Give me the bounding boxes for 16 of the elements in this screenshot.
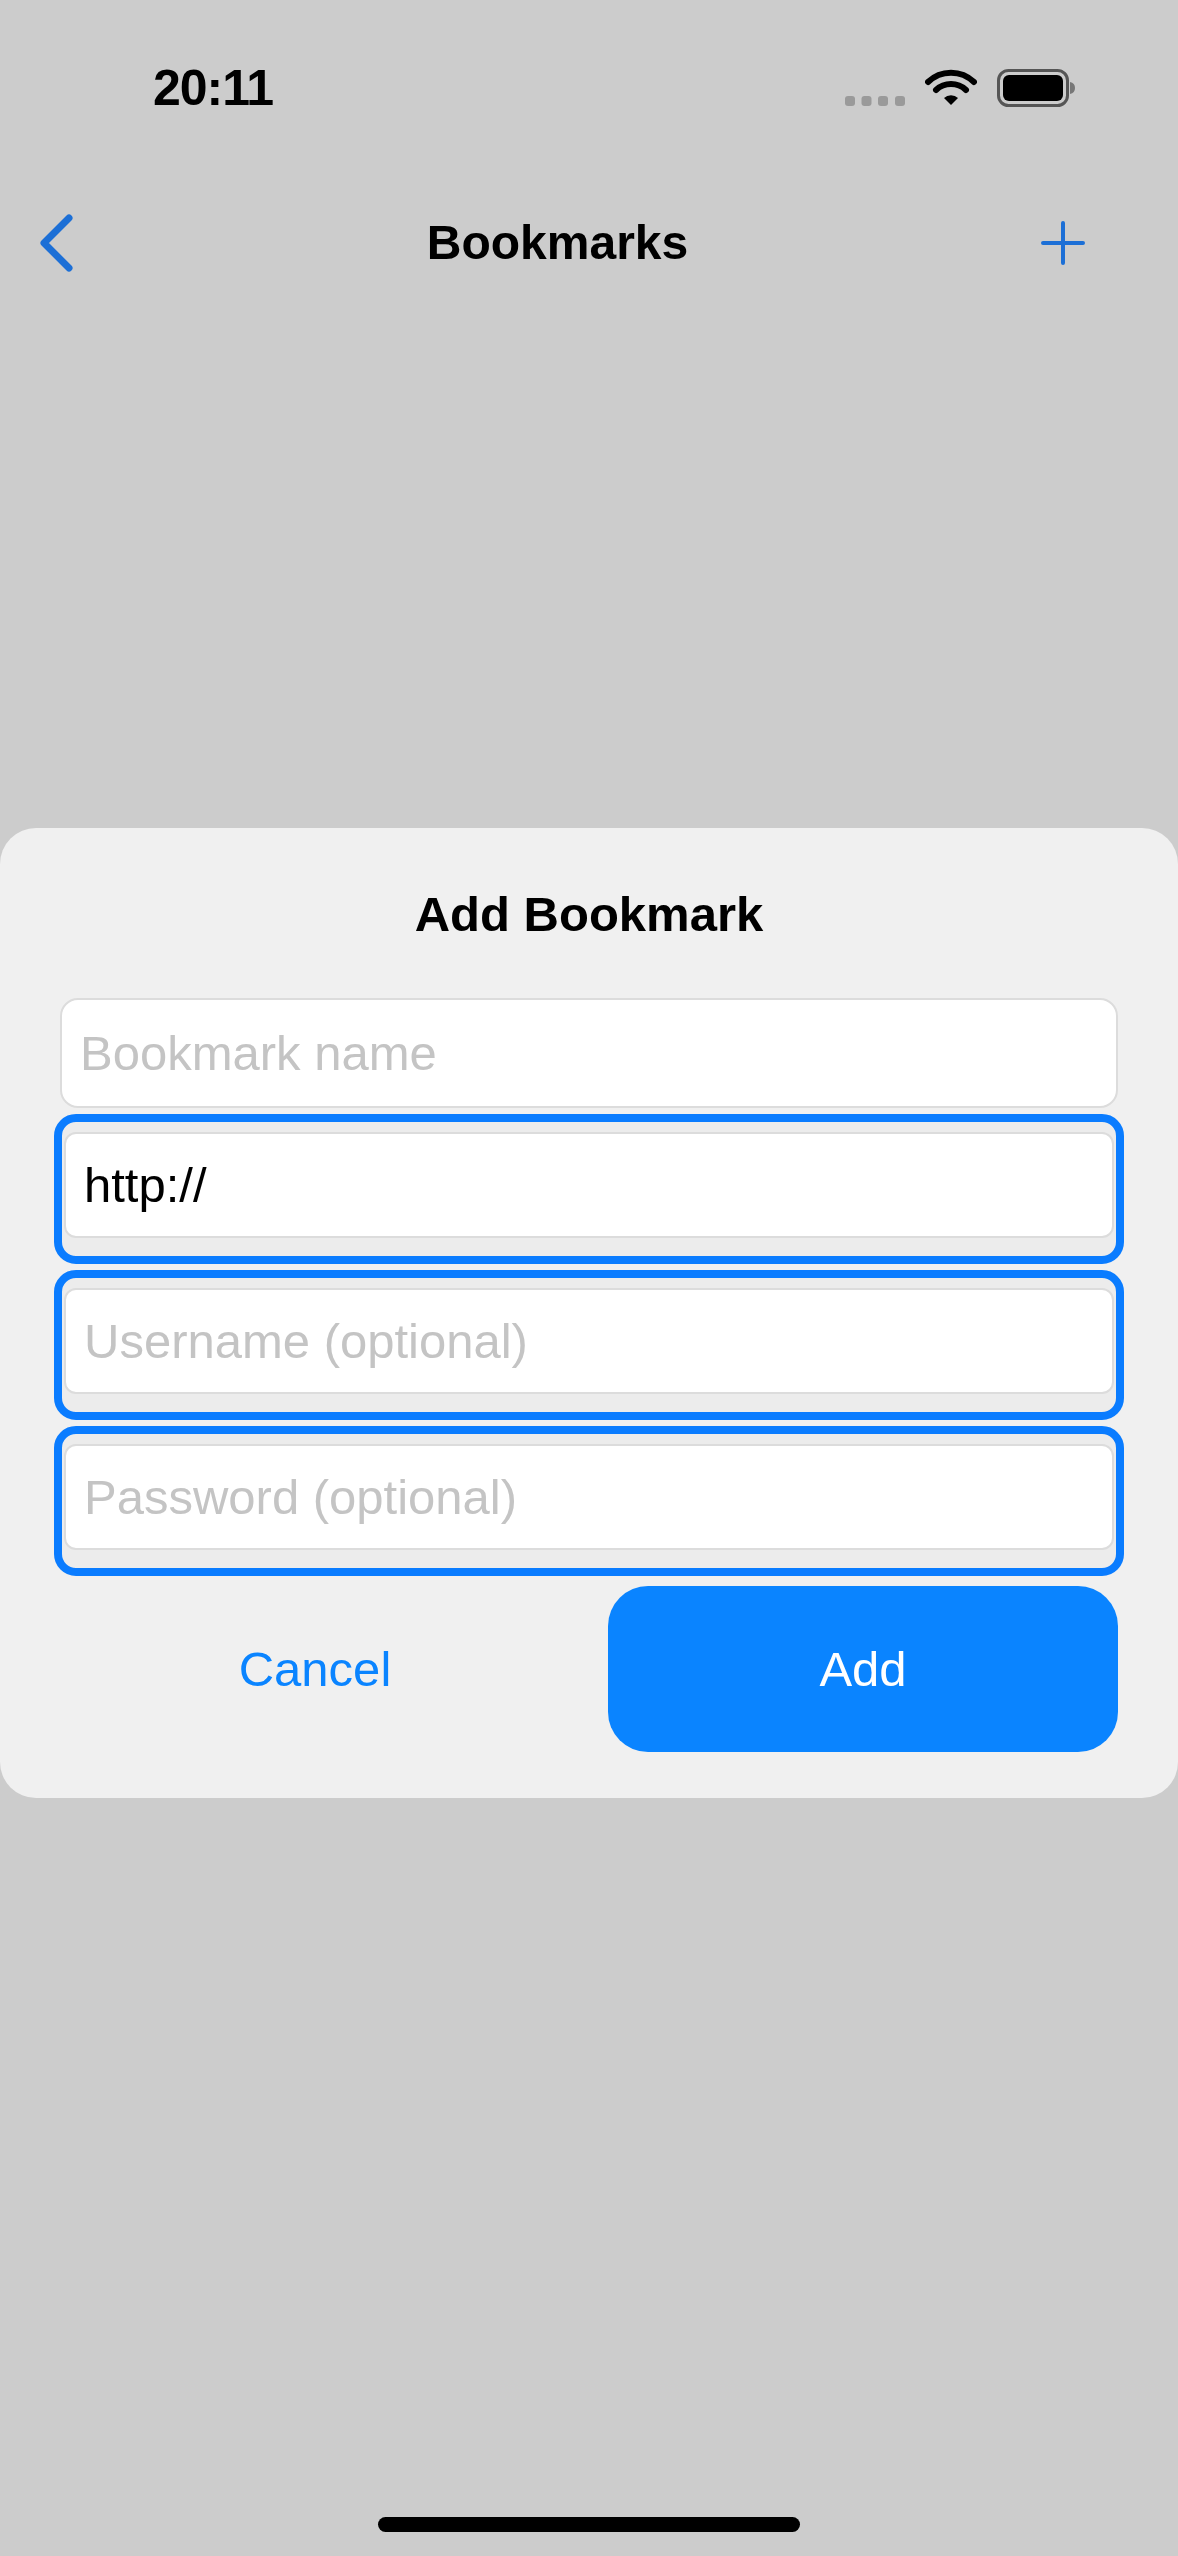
cancel-button[interactable]: Cancel — [60, 1586, 570, 1752]
chevron-left-icon — [38, 214, 74, 272]
add-bookmark-button[interactable]: Add — [608, 1586, 1118, 1752]
add-button[interactable] — [1041, 221, 1085, 265]
back-button[interactable] — [38, 214, 74, 272]
text-field[interactable]: http:// — [64, 1132, 1114, 1238]
signal-icon — [845, 96, 905, 106]
text-field[interactable]: Password (optional) — [64, 1444, 1114, 1550]
dialog-title: Add Bookmark — [413, 886, 765, 943]
status-time: 20:11 — [153, 63, 274, 113]
nav-title: Bookmarks — [426, 219, 689, 267]
wifi-icon — [925, 69, 977, 107]
plus-icon — [1041, 221, 1085, 265]
text-field[interactable]: Bookmark name — [60, 998, 1118, 1108]
text-field[interactable]: Username (optional) — [64, 1288, 1114, 1394]
battery-icon — [997, 69, 1075, 107]
